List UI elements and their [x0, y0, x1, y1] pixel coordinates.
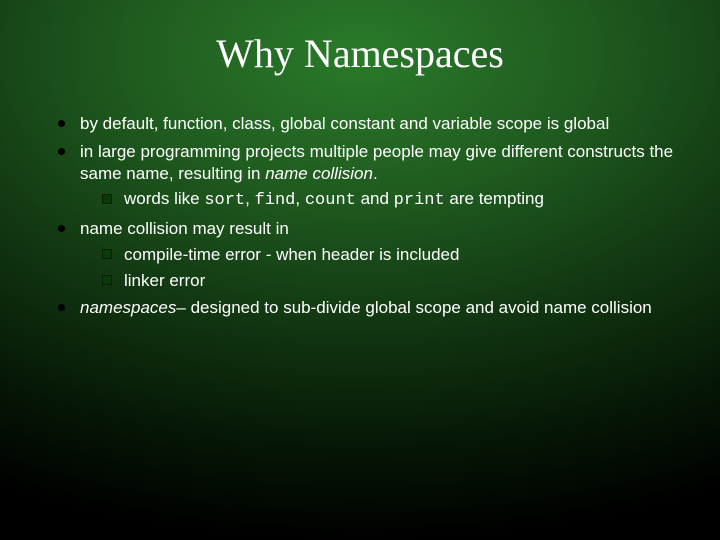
bullet-text: and	[356, 189, 394, 208]
list-item: name collision may result in compile-tim…	[56, 218, 680, 291]
bullet-text: ,	[245, 189, 254, 208]
list-item: by default, function, class, global cons…	[56, 113, 680, 135]
bullet-text: ,	[295, 189, 304, 208]
bullet-text: .	[373, 164, 378, 183]
italic-text: name collision	[265, 164, 373, 183]
list-item: linker error	[100, 270, 680, 292]
sub-list: compile-time error - when header is incl…	[80, 244, 680, 292]
code-text: print	[394, 191, 445, 210]
list-item: in large programming projects multiple p…	[56, 141, 680, 212]
code-text: sort	[204, 191, 245, 210]
bullet-list: by default, function, class, global cons…	[40, 113, 680, 319]
list-item: compile-time error - when header is incl…	[100, 244, 680, 266]
bullet-text: are tempting	[445, 189, 544, 208]
bullet-text: linker error	[124, 271, 205, 290]
slide-title: Why Namespaces	[40, 30, 680, 77]
bullet-text: name collision may result in	[80, 219, 289, 238]
code-text: find	[255, 191, 296, 210]
bullet-text: words like	[124, 189, 204, 208]
code-text: count	[305, 191, 356, 210]
sub-list: words like sort, find, count and print a…	[80, 188, 680, 212]
slide: Why Namespaces by default, function, cla…	[0, 0, 720, 540]
italic-text: namespaces	[80, 298, 176, 317]
list-item: words like sort, find, count and print a…	[100, 188, 680, 212]
bullet-text: – designed to sub-divide global scope an…	[176, 298, 651, 317]
bullet-text: by default, function, class, global cons…	[80, 114, 609, 133]
bullet-text: compile-time error - when header is incl…	[124, 245, 459, 264]
list-item: namespaces– designed to sub-divide globa…	[56, 297, 680, 319]
